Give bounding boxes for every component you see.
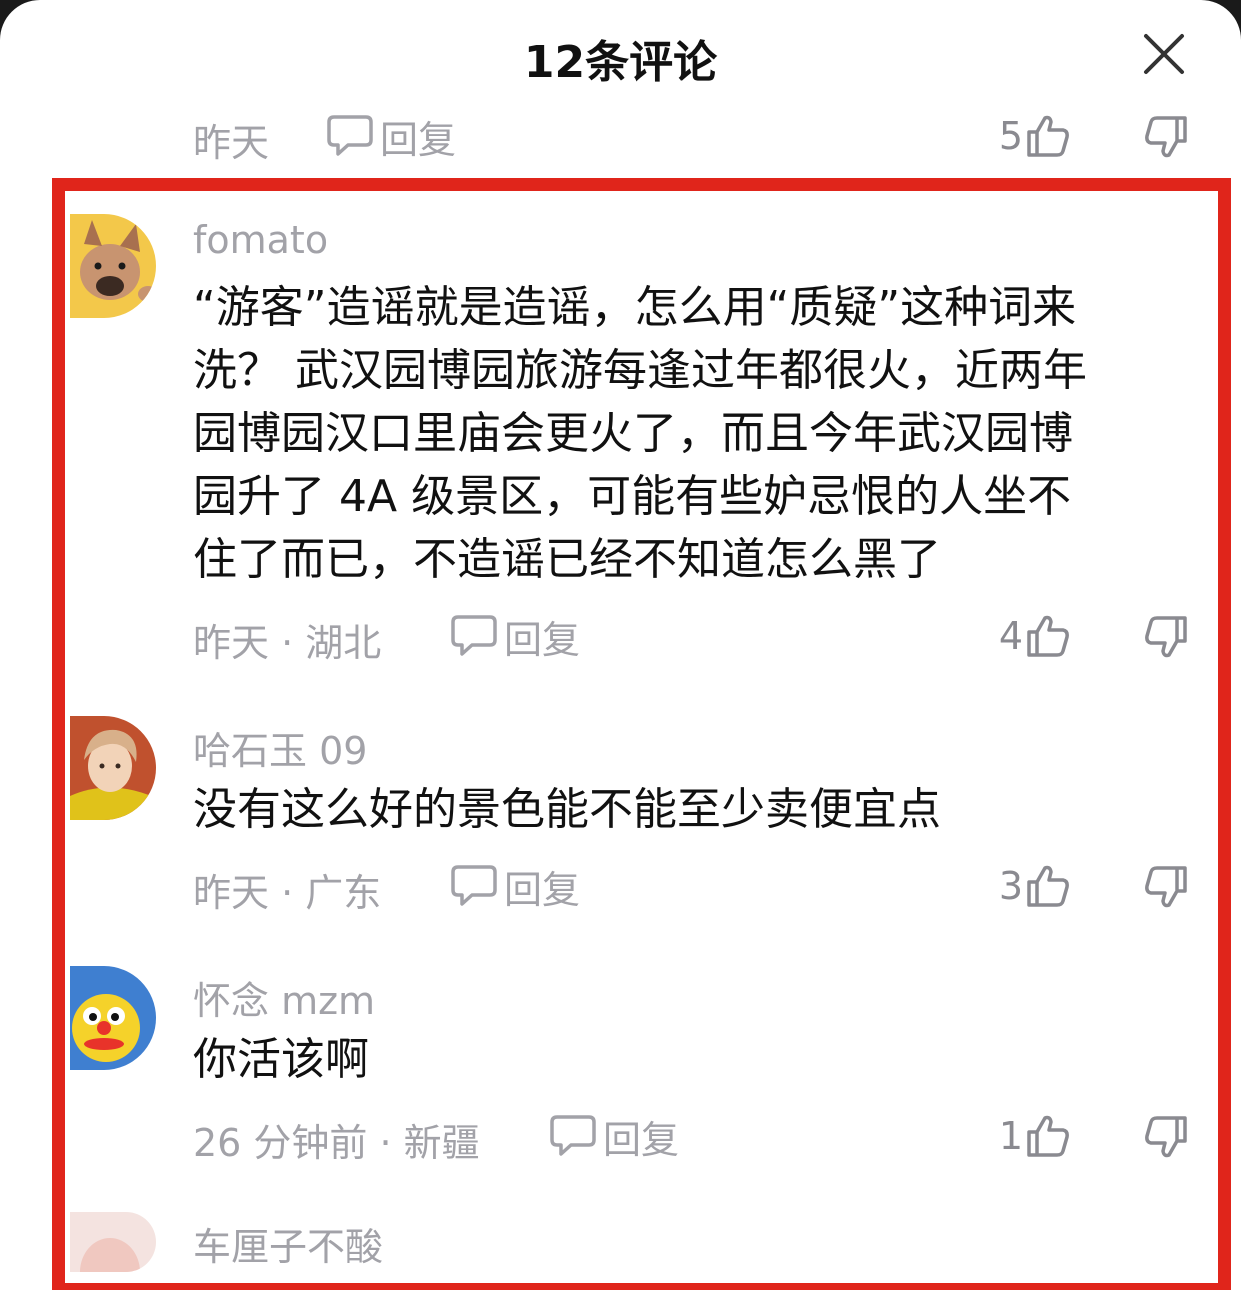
username[interactable]: 怀念 mzm: [193, 970, 375, 1025]
dislike-button[interactable]: [1143, 114, 1189, 160]
comment-time: 昨天: [193, 121, 270, 165]
thumbs-up-icon: [1027, 1115, 1069, 1157]
thumbs-down-icon: [1145, 116, 1187, 158]
reply-button[interactable]: 回复: [549, 1106, 679, 1166]
comment-item: 车厘子不酸: [0, 1212, 1241, 1272]
reply-label: 回复: [380, 117, 457, 162]
avatar[interactable]: [70, 214, 156, 318]
thumbs-up-icon: [1027, 115, 1069, 157]
comment-time-location: 26 分钟前 · 新疆: [193, 1121, 480, 1165]
dislike-button[interactable]: [1143, 614, 1189, 660]
page-title: 12条评论: [523, 37, 718, 88]
reply-label: 回复: [504, 617, 581, 662]
comment-text: 没有这么好的景色能不能至少卖便宜点: [193, 784, 941, 835]
comment-meta: 26 分钟前 · 新疆 回复 1: [0, 1106, 1241, 1166]
like-count: 5: [998, 114, 1023, 158]
thumbs-up-icon: [1027, 865, 1069, 907]
close-icon: [1144, 34, 1184, 74]
username[interactable]: 哈石玉 09: [193, 720, 367, 775]
like-count: 3: [998, 864, 1023, 908]
thumbs-down-icon: [1145, 616, 1187, 658]
comment-bubble-icon: [451, 865, 497, 906]
comment-text: 你活该啊: [193, 1034, 369, 1085]
comment-bubble-icon: [327, 115, 373, 156]
comments-header: 12条评论: [0, 0, 1241, 110]
like-button[interactable]: 4: [999, 606, 1071, 666]
like-count: 4: [998, 614, 1023, 658]
like-button[interactable]: 3: [999, 856, 1071, 916]
thumbs-down-icon: [1145, 866, 1187, 908]
reply-label: 回复: [603, 1117, 680, 1162]
username[interactable]: 车厘子不酸: [193, 1216, 383, 1271]
comment-bubble-icon: [550, 1115, 596, 1156]
reply-button[interactable]: 回复: [450, 606, 580, 666]
close-button[interactable]: [1140, 30, 1188, 78]
thumbs-up-icon: [1027, 615, 1069, 657]
dislike-button[interactable]: [1143, 864, 1189, 910]
reply-button[interactable]: 回复: [326, 106, 456, 166]
comments-sheet: 12条评论 昨天 回复 5 fomato “游客”造谣就是造谣，怎么用“质疑”这…: [0, 0, 1241, 1290]
like-button[interactable]: 1: [999, 1106, 1071, 1166]
comment-bubble-icon: [451, 615, 497, 656]
thumbs-down-icon: [1145, 1116, 1187, 1158]
comment-time-location: 昨天 · 湖北: [193, 621, 382, 665]
comment-meta: 昨天 · 广东 回复 3: [0, 856, 1241, 916]
previous-comment-meta: 昨天 回复 5: [0, 106, 1241, 166]
avatar[interactable]: [70, 1212, 156, 1272]
comment-meta: 昨天 · 湖北 回复 4: [0, 606, 1241, 666]
avatar[interactable]: [70, 716, 156, 820]
reply-label: 回复: [504, 867, 581, 912]
username[interactable]: fomato: [193, 218, 328, 262]
comment-time-location: 昨天 · 广东: [193, 871, 382, 915]
reply-button[interactable]: 回复: [450, 856, 580, 916]
like-button[interactable]: 5: [999, 106, 1071, 166]
dislike-button[interactable]: [1143, 1114, 1189, 1160]
avatar[interactable]: [70, 966, 156, 1070]
like-count: 1: [998, 1114, 1023, 1158]
comment-text: “游客”造谣就是造谣，怎么用“质疑”这种词来 洗？ 武汉园博园旅游每逢过年都很火…: [193, 282, 1087, 585]
